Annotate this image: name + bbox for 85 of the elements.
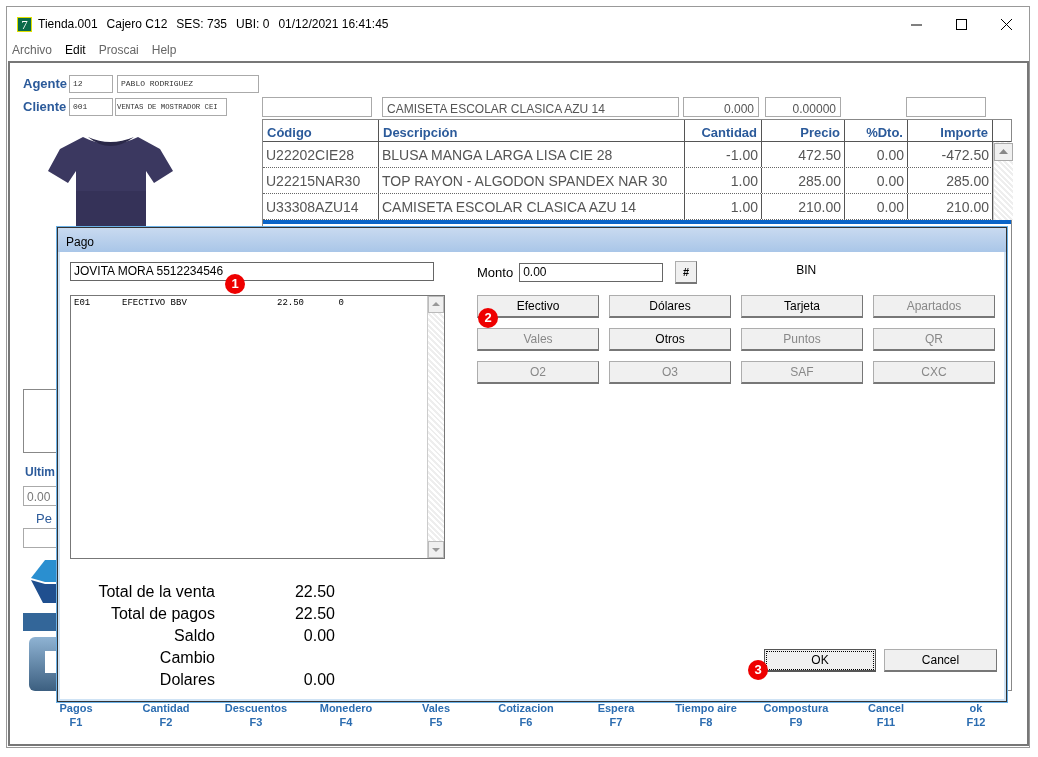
window-title: SES: 735 xyxy=(176,16,227,33)
function-key-button[interactable]: Pagos F1 xyxy=(31,701,121,729)
input-field[interactable] xyxy=(262,97,372,117)
table-cell: 1.00 xyxy=(685,194,762,219)
table-cell: U22215NAR30 xyxy=(263,168,379,193)
total-value: 22.50 xyxy=(293,582,335,602)
table-cell: U22202CIE28 xyxy=(263,142,379,167)
field-label: Cliente xyxy=(23,98,68,117)
scroll-up-button[interactable] xyxy=(994,143,1013,161)
function-key-button[interactable]: ok F12 xyxy=(931,701,1021,729)
table-cell: 0.00 xyxy=(845,142,908,167)
input-field[interactable]: 0.00000 xyxy=(765,97,841,117)
total-label: Total de la venta xyxy=(97,582,215,602)
window-title: Tienda.001 xyxy=(38,16,98,33)
table-cell: 1.00 xyxy=(685,168,762,193)
app-logo: 7 xyxy=(17,16,32,32)
window-title: UBI: 0 xyxy=(236,16,270,33)
list-cell-text: 0 xyxy=(337,298,344,308)
payment-button[interactable]: Otros xyxy=(609,328,731,351)
client-code-field[interactable]: 001 xyxy=(69,98,113,116)
function-key-button[interactable]: Vales F5 xyxy=(391,701,481,729)
function-key-button[interactable]: Monedero F4 xyxy=(301,701,391,729)
function-key-button[interactable]: Espera F7 xyxy=(571,701,661,729)
function-key-button[interactable]: Descuentos F3 xyxy=(211,701,301,729)
list-cell-text: E01 xyxy=(74,298,92,308)
function-key-button[interactable]: Tiempo aire F8 xyxy=(661,701,751,729)
cancel-button[interactable]: Cancel xyxy=(884,649,997,672)
table-cell: TOP RAYON - ALGODON SPANDEX NAR 30 xyxy=(379,168,685,193)
header-bar xyxy=(23,613,57,631)
total-label: Dolares xyxy=(158,670,215,690)
function-key-button[interactable]: Cotizacion F6 xyxy=(481,701,571,729)
step-marker: 2 xyxy=(478,308,498,328)
field-label: Monto xyxy=(477,263,514,282)
table-cell: 285.00 xyxy=(762,168,845,193)
function-key-button[interactable]: Cantidad F2 xyxy=(121,701,211,729)
step-marker: 1 xyxy=(225,274,245,294)
agent-name-field[interactable]: PABLO RODRIGUEZ xyxy=(117,75,259,93)
scroll-down-button[interactable] xyxy=(428,541,444,558)
payment-button[interactable]: Dólares xyxy=(609,295,731,318)
input-field[interactable]: CAMISETA ESCOLAR CLASICA AZU 14 xyxy=(382,97,679,117)
table-cell: 0.00 xyxy=(845,194,908,219)
menu-item[interactable]: Edit xyxy=(65,41,86,61)
table-cell: BLUSA MANGA LARGA LISA CIE 28 xyxy=(379,142,685,167)
table-cell: -1.00 xyxy=(685,142,762,167)
image-button[interactable] xyxy=(29,637,57,691)
column-header[interactable]: Precio xyxy=(762,120,845,141)
hash-button[interactable]: # xyxy=(675,261,698,284)
step-marker: 3 xyxy=(748,660,768,680)
field-label: Ultim xyxy=(24,464,55,481)
payment-button[interactable]: Tarjeta xyxy=(741,295,863,318)
column-header[interactable]: Cantidad xyxy=(685,120,762,141)
agent-code-field[interactable]: 12 xyxy=(69,75,113,93)
scroll-up-button[interactable] xyxy=(428,296,444,313)
amount-field[interactable]: 0.00 xyxy=(519,263,664,282)
table-cell: U33308AZU14 xyxy=(263,194,379,219)
table-cell: 472.50 xyxy=(762,142,845,167)
list-cell-text: 22.50 xyxy=(276,298,304,308)
ok-button[interactable]: OK xyxy=(764,649,876,672)
window-title: 01/12/2021 16:41:45 xyxy=(278,16,389,33)
payment-list[interactable]: E01 EFECTIVO BBV 22.50 0 xyxy=(70,295,445,559)
table-cell: 0.00 xyxy=(845,168,908,193)
field-label: Agente xyxy=(23,75,69,94)
total-value: 22.50 xyxy=(293,604,335,624)
maximize-icon[interactable] xyxy=(956,18,967,30)
function-key-button[interactable]: Compostura F9 xyxy=(751,701,841,729)
total-value: 0.00 xyxy=(302,670,335,690)
input-field[interactable]: 0.000 xyxy=(683,97,759,117)
bin-label: BIN xyxy=(796,262,817,279)
field-label: Pe xyxy=(36,510,53,527)
column-header[interactable]: Descripción xyxy=(379,120,685,141)
column-header[interactable]: %Dto. xyxy=(845,120,908,141)
total-label: Saldo xyxy=(173,626,215,646)
total-label: Total de pagos xyxy=(109,604,215,624)
dialog-title: Pago xyxy=(58,228,1006,252)
function-key-button[interactable]: Cancel F11 xyxy=(841,701,931,729)
column-header[interactable]: Importe xyxy=(908,120,993,141)
close-icon[interactable] xyxy=(1001,18,1012,30)
total-label: Cambio xyxy=(158,648,215,668)
window-title: Cajero C12 xyxy=(106,16,168,33)
column-header[interactable]: Código xyxy=(263,120,379,141)
table-cell: 210.00 xyxy=(762,194,845,219)
list-cell-text: EFECTIVO BBV xyxy=(122,298,188,308)
table-cell: CAMISETA ESCOLAR CLASICA AZU 14 xyxy=(379,194,685,219)
input-field[interactable] xyxy=(906,97,986,117)
total-value: 0.00 xyxy=(302,626,335,646)
